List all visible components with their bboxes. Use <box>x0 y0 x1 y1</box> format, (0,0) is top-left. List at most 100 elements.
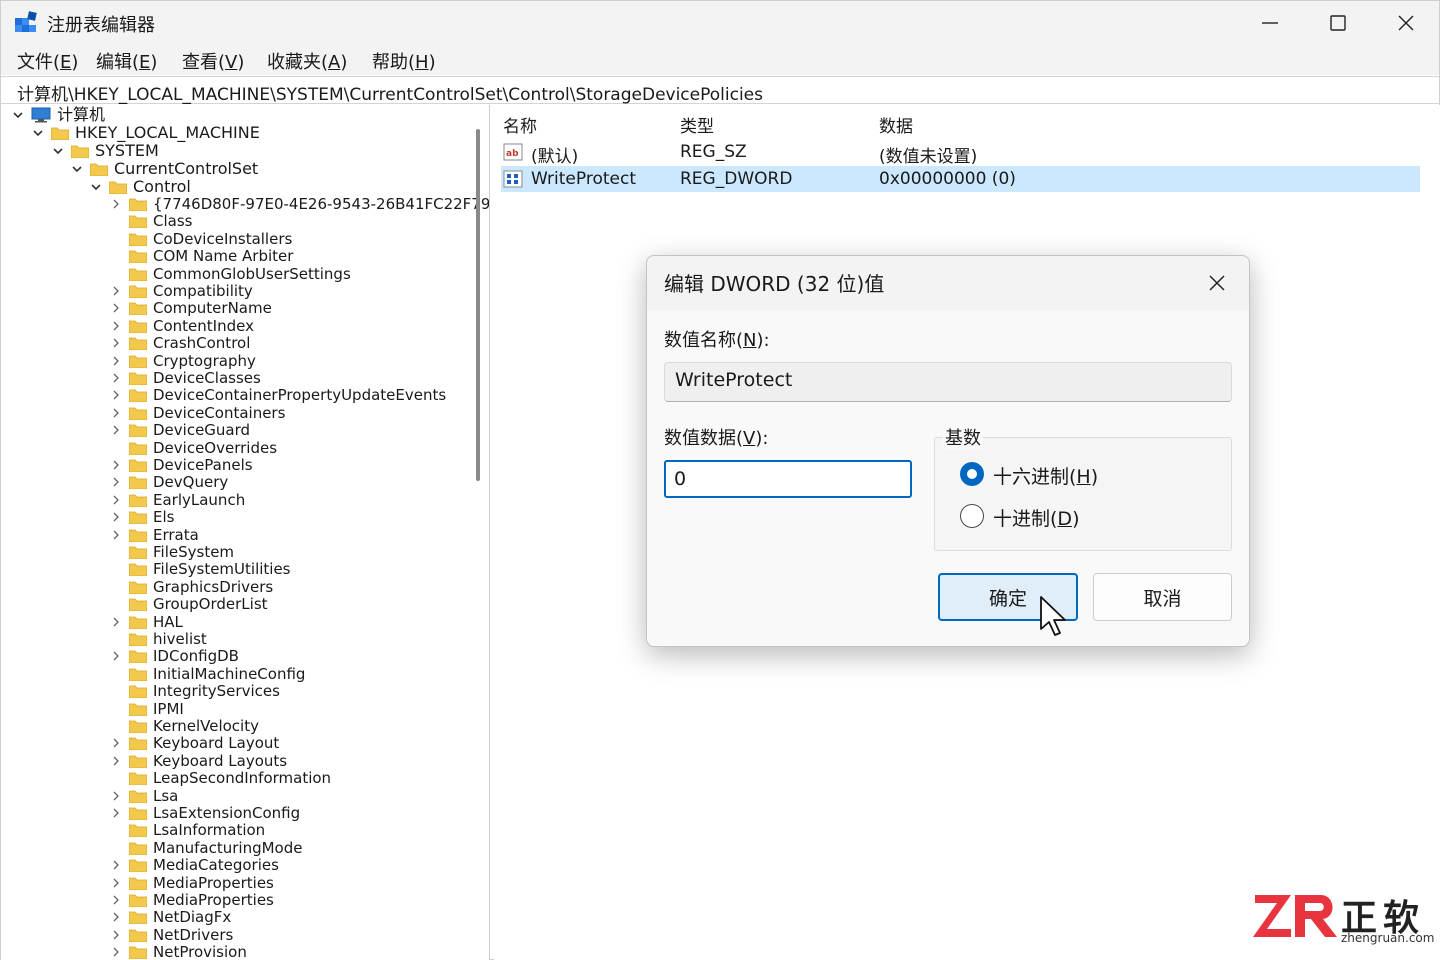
tree-node-subkey[interactable]: MediaProperties <box>109 891 274 909</box>
minimize-button[interactable] <box>1236 1 1304 45</box>
value-data-input[interactable] <box>664 460 912 498</box>
dialog-close-button[interactable] <box>1199 268 1235 298</box>
menu-edit[interactable]: 编辑(E) <box>96 48 157 74</box>
tree-node-subkey[interactable]: DevQuery <box>109 473 228 491</box>
cancel-button[interactable]: 取消 <box>1093 573 1232 621</box>
chevron-down-icon[interactable] <box>70 162 84 176</box>
tree-node-subkey[interactable]: DeviceContainerPropertyUpdateEvents <box>109 386 446 404</box>
tree-node-control[interactable]: Control <box>89 178 191 196</box>
chevron-right-icon[interactable] <box>109 510 123 524</box>
tree-node-subkey[interactable]: GroupOrderList <box>109 595 268 613</box>
tree-node-subkey[interactable]: FileSystem <box>109 543 234 561</box>
tree-node-subkey[interactable]: GraphicsDrivers <box>109 578 273 596</box>
chevron-right-icon[interactable] <box>109 284 123 298</box>
chevron-down-icon[interactable] <box>89 180 103 194</box>
tree-node-subkey[interactable]: EarlyLaunch <box>109 491 245 509</box>
chevron-right-icon[interactable] <box>109 197 123 211</box>
hex-radio[interactable] <box>960 462 984 486</box>
chevron-right-icon[interactable] <box>109 876 123 890</box>
chevron-right-icon[interactable] <box>109 475 123 489</box>
tree-node-subkey[interactable]: KernelVelocity <box>109 717 259 735</box>
title-bar[interactable]: 注册表编辑器 <box>1 1 1439 45</box>
tree-node-subkey[interactable]: IntegrityServices <box>109 682 280 700</box>
column-header-name[interactable]: 名称 <box>503 112 537 137</box>
column-header-type[interactable]: 类型 <box>680 112 714 137</box>
tree-node-subkey[interactable]: CoDeviceInstallers <box>109 230 292 248</box>
tree-node-currentcontrolset[interactable]: CurrentControlSet <box>70 160 258 178</box>
list-scrollbar[interactable] <box>1420 105 1428 960</box>
chevron-right-icon[interactable] <box>109 406 123 420</box>
tree-node-subkey[interactable]: NetDiagFx <box>109 908 231 926</box>
chevron-right-icon[interactable] <box>109 649 123 663</box>
chevron-right-icon[interactable] <box>109 754 123 768</box>
tree-node-subkey[interactable]: Errata <box>109 526 199 544</box>
tree-node-subkey[interactable]: ManufacturingMode <box>109 839 303 857</box>
chevron-down-icon[interactable] <box>31 126 45 140</box>
chevron-right-icon[interactable] <box>109 910 123 924</box>
tree-node-subkey[interactable]: NetProvision <box>109 943 247 960</box>
tree-node-subkey[interactable]: Els <box>109 508 174 526</box>
chevron-down-icon[interactable] <box>11 108 25 122</box>
value-name-field[interactable]: WriteProtect <box>664 362 1232 402</box>
tree-node-subkey[interactable]: CommonGlobUserSettings <box>109 265 351 283</box>
close-button[interactable] <box>1372 1 1440 45</box>
menu-favorites[interactable]: 收藏夹(A) <box>267 48 347 74</box>
value-row-default[interactable]: ab (默认) REG_SZ (数值未设置) <box>501 139 1420 167</box>
chevron-right-icon[interactable] <box>109 615 123 629</box>
chevron-right-icon[interactable] <box>109 893 123 907</box>
tree-node-subkey[interactable]: ComputerName <box>109 299 272 317</box>
chevron-right-icon[interactable] <box>109 388 123 402</box>
tree-node-subkey[interactable]: MediaCategories <box>109 856 279 874</box>
chevron-right-icon[interactable] <box>109 736 123 750</box>
decimal-radio-label[interactable]: 十进制(D) <box>993 504 1079 531</box>
chevron-right-icon[interactable] <box>109 319 123 333</box>
tree-node-computer[interactable]: 计算机 <box>11 106 105 124</box>
chevron-right-icon[interactable] <box>109 789 123 803</box>
tree-node-subkey[interactable]: Class <box>109 212 192 230</box>
tree-node-subkey[interactable]: Keyboard Layouts <box>109 752 287 770</box>
chevron-right-icon[interactable] <box>109 806 123 820</box>
chevron-down-icon[interactable] <box>51 144 65 158</box>
tree-node-subkey[interactable]: Keyboard Layout <box>109 734 279 752</box>
tree-node-subkey[interactable]: LsaExtensionConfig <box>109 804 300 822</box>
hex-radio-label[interactable]: 十六进制(H) <box>993 462 1098 489</box>
chevron-right-icon[interactable] <box>109 371 123 385</box>
tree-node-subkey[interactable]: ContentIndex <box>109 317 254 335</box>
tree-node-subkey[interactable]: IDConfigDB <box>109 647 239 665</box>
tree-node-subkey[interactable]: Cryptography <box>109 352 256 370</box>
tree-node-subkey[interactable]: DeviceGuard <box>109 421 250 439</box>
tree-scrollbar[interactable] <box>476 129 480 481</box>
menu-file[interactable]: 文件(E) <box>17 48 78 74</box>
tree-node-subkey[interactable]: FileSystemUtilities <box>109 560 291 578</box>
tree-node-subkey[interactable]: IPMI <box>109 700 184 718</box>
chevron-right-icon[interactable] <box>109 928 123 942</box>
tree-node-hklm[interactable]: HKEY_LOCAL_MACHINE <box>31 124 260 142</box>
chevron-right-icon[interactable] <box>109 493 123 507</box>
chevron-right-icon[interactable] <box>109 301 123 315</box>
chevron-right-icon[interactable] <box>109 354 123 368</box>
chevron-right-icon[interactable] <box>109 528 123 542</box>
column-header-data[interactable]: 数据 <box>879 112 913 137</box>
tree-node-subkey[interactable]: LsaInformation <box>109 821 265 839</box>
tree-node-subkey[interactable]: InitialMachineConfig <box>109 665 305 683</box>
chevron-right-icon[interactable] <box>109 945 123 959</box>
chevron-right-icon[interactable] <box>109 858 123 872</box>
tree-node-subkey[interactable]: LeapSecondInformation <box>109 769 331 787</box>
tree-node-subkey[interactable]: MediaProperties <box>109 874 274 892</box>
menu-view[interactable]: 查看(V) <box>182 48 244 74</box>
tree-node-subkey[interactable]: Compatibility <box>109 282 253 300</box>
tree-node-system[interactable]: SYSTEM <box>51 142 159 160</box>
value-row-writeprotect[interactable]: WriteProtect REG_DWORD 0x00000000 (0) <box>501 166 1420 192</box>
tree-node-subkey[interactable]: NetDrivers <box>109 926 233 944</box>
tree-node-subkey[interactable]: {7746D80F-97E0-4E26-9543-26B41FC22F79} <box>109 195 489 213</box>
tree-node-subkey[interactable]: DevicePanels <box>109 456 253 474</box>
chevron-right-icon[interactable] <box>109 336 123 350</box>
address-bar[interactable]: 计算机\HKEY_LOCAL_MACHINE\SYSTEM\CurrentCon… <box>1 76 1439 105</box>
tree-node-subkey[interactable]: DeviceOverrides <box>109 439 277 457</box>
maximize-button[interactable] <box>1304 1 1372 45</box>
tree-node-subkey[interactable]: COM Name Arbiter <box>109 247 293 265</box>
tree-node-subkey[interactable]: DeviceClasses <box>109 369 261 387</box>
decimal-radio[interactable] <box>960 504 984 528</box>
chevron-right-icon[interactable] <box>109 458 123 472</box>
tree-node-subkey[interactable]: DeviceContainers <box>109 404 285 422</box>
